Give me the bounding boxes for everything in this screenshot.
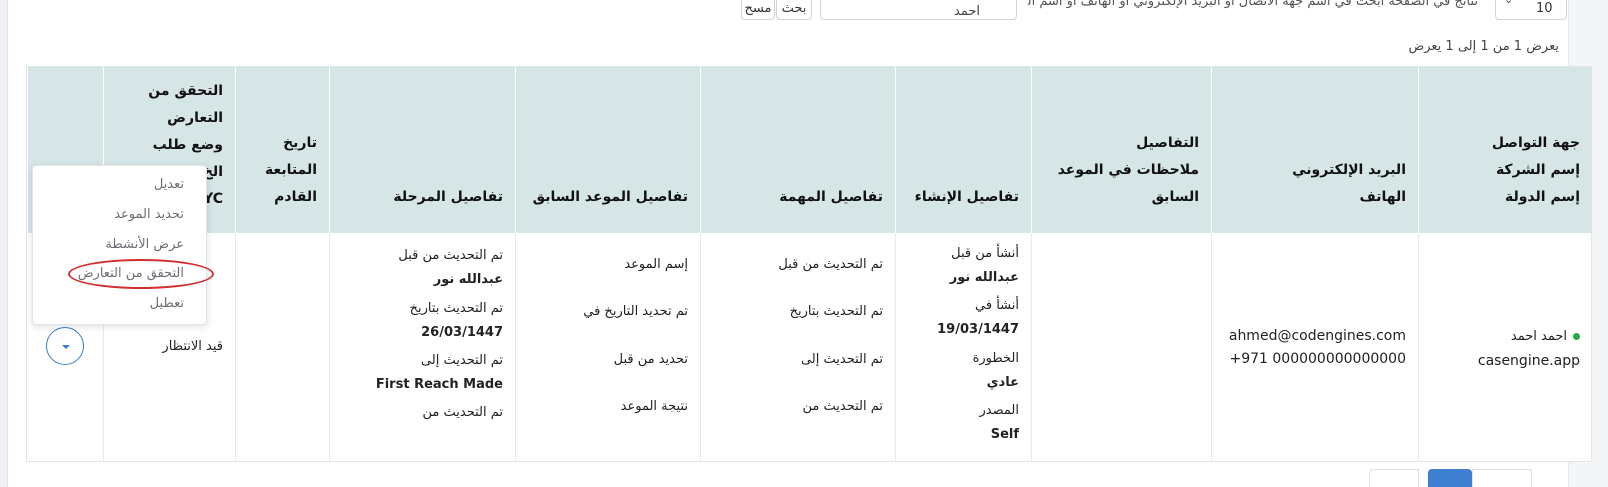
created-on-label: أنشأ في	[975, 298, 1019, 313]
menu-item-view-activities[interactable]: عرض الأنشطة	[105, 237, 184, 252]
severity-value: عادي	[986, 375, 1019, 390]
header-followup-line: القادم	[274, 189, 317, 205]
stage-updated-to-value: First Reach Made	[375, 377, 503, 392]
task-updated-to: تم التحديث إلى	[800, 352, 883, 367]
stage-updated-by-value: عبدالله نور	[433, 272, 503, 287]
header-task[interactable]: تفاصيل المهمة	[700, 67, 895, 233]
created-by-label: أنشأ من قبل	[951, 246, 1019, 261]
pagination-current-page[interactable]	[1428, 469, 1472, 487]
appointment-result: نتيجة الموعد	[620, 399, 688, 414]
header-details-line: التفاصيل	[1136, 135, 1199, 151]
header-email-phone[interactable]: البريد الإلكتروني الهاتف	[1211, 67, 1418, 233]
status-dot-icon	[1573, 333, 1580, 340]
page-size-value: 10	[1536, 1, 1553, 16]
stage-updated-on-value: 26/03/1447	[421, 325, 503, 340]
page-size-select[interactable]: ⌄ 10	[1495, 0, 1567, 20]
task-updated-from: تم التحديث من	[802, 399, 884, 414]
header-kyc-line: التحقق من	[148, 83, 223, 99]
header-country-line: إسم الدولة	[1504, 189, 1580, 205]
header-followup-line: تاريخ	[283, 135, 317, 151]
menu-pointer	[166, 221, 174, 237]
caret-down-icon	[62, 345, 70, 349]
header-company-line: إسم الشركة	[1495, 162, 1580, 178]
header-followup[interactable]: تاريخ المتابعة القادم	[235, 67, 329, 233]
stage-updated-by-label: تم التحديث من قبل	[398, 248, 503, 263]
pagination-next[interactable]	[1472, 469, 1532, 487]
cell-followup	[235, 233, 329, 461]
row-actions-menu: تعديل تحديد الموعد عرض الأنشطة التحقق من…	[32, 165, 207, 325]
cell-email-phone: ahmed@codengines.com +971 00000000000000…	[1211, 233, 1418, 461]
created-by-value: عبدالله نور	[949, 270, 1019, 285]
cell-details	[1031, 233, 1211, 461]
appointment-set-by: تحديد من قبل	[613, 352, 688, 367]
header-phone-line: الهاتف	[1359, 189, 1406, 205]
header-followup-line: المتابعة	[264, 162, 317, 178]
phone-value: +971 000000000000000	[1229, 351, 1406, 367]
search-input[interactable]	[820, 0, 1017, 20]
clear-button[interactable]: مسح	[741, 0, 775, 20]
header-email-line: البريد الإلكتروني	[1292, 162, 1406, 178]
cell-contact: احمد احمد casengine.app	[1418, 233, 1592, 461]
showing-summary: يعرض 1 من 1 إلى 1 يعرض	[1408, 39, 1560, 54]
severity-label: الخطورة	[972, 351, 1019, 366]
stage-updated-to-label: تم التحديث إلى	[420, 353, 503, 368]
menu-item-edit[interactable]: تعديل	[154, 177, 184, 192]
cell-creation: أنشأ من قبل عبدالله نور أنشأ في 19/03/14…	[895, 233, 1031, 461]
task-updated-on: تم التحديث بتاريخ	[789, 304, 883, 319]
header-details[interactable]: التفاصيل ملاحظات في الموعد السابق	[1031, 67, 1211, 233]
pagination-prev[interactable]	[1369, 469, 1419, 487]
header-prev-appt-line: تفاصيل الموعد السابق	[532, 189, 688, 205]
search-hint: نتائج في الصفحة ابحث في اسم جهة الاتصال …	[1028, 0, 1478, 9]
email-value[interactable]: ahmed@codengines.com	[1229, 324, 1406, 348]
company-name: casengine.app	[1477, 353, 1580, 369]
header-task-line: تفاصيل المهمة	[779, 189, 883, 205]
stage-updated-on-label: تم التحديث بتاريخ	[409, 301, 503, 316]
cell-task: تم التحديث من قبل تم التحديث بتاريخ تم ا…	[700, 233, 895, 461]
contact-name: احمد احمد	[1510, 329, 1567, 344]
contact-name-row[interactable]: احمد احمد	[1511, 325, 1580, 349]
source-value: Self	[990, 427, 1019, 442]
left-sidebar-edge	[0, 0, 8, 487]
header-creation-line: تفاصيل الإنشاء	[914, 189, 1019, 205]
row-actions-toggle[interactable]	[46, 327, 84, 365]
menu-item-schedule-appointment[interactable]: تحديد الموعد	[114, 207, 184, 222]
contacts-table: جهة التواصل إسم الشركة إسم الدولة البريد…	[26, 66, 1592, 462]
menu-item-disable[interactable]: تعطيل	[150, 296, 184, 311]
cell-previous-appointment: إسم الموعد تم تحديد التاريخ في تحديد من …	[515, 233, 700, 461]
header-previous-line: السابق	[1151, 189, 1199, 205]
cell-stage: تم التحديث من قبل عبدالله نور تم التحديث…	[329, 233, 515, 461]
header-contact[interactable]: جهة التواصل إسم الشركة إسم الدولة	[1418, 67, 1592, 233]
search-toolbar: مسح بحث نتائج في الصفحة ابحث في اسم جهة …	[0, 0, 1608, 22]
kyc-status: قيد الانتظار	[162, 339, 223, 354]
search-button[interactable]: بحث	[776, 0, 812, 20]
header-kyc-line: التعارض	[167, 110, 223, 126]
appointment-name: إسم الموعد	[624, 257, 688, 272]
created-on-value: 19/03/1447	[937, 322, 1019, 337]
header-previous-appointment[interactable]: تفاصيل الموعد السابق	[515, 67, 700, 233]
header-creation[interactable]: تفاصيل الإنشاء	[895, 67, 1031, 233]
appointment-date: تم تحديد التاريخ في	[583, 304, 688, 319]
header-stage-line: تفاصيل المرحلة	[393, 189, 503, 205]
conflict-check-highlight-ring	[68, 259, 214, 289]
header-kyc-line: وضع طلب	[152, 137, 223, 153]
task-updated-by: تم التحديث من قبل	[778, 257, 883, 272]
source-label: المصدر	[979, 403, 1019, 418]
header-contact-line: جهة التواصل	[1491, 135, 1580, 151]
header-notes-line: ملاحظات في الموعد	[1057, 162, 1199, 178]
stage-updated-from-label: تم التحديث من	[422, 405, 504, 420]
chevron-down-icon: ⌄	[1504, 0, 1513, 6]
header-stage[interactable]: تفاصيل المرحلة	[329, 67, 515, 233]
